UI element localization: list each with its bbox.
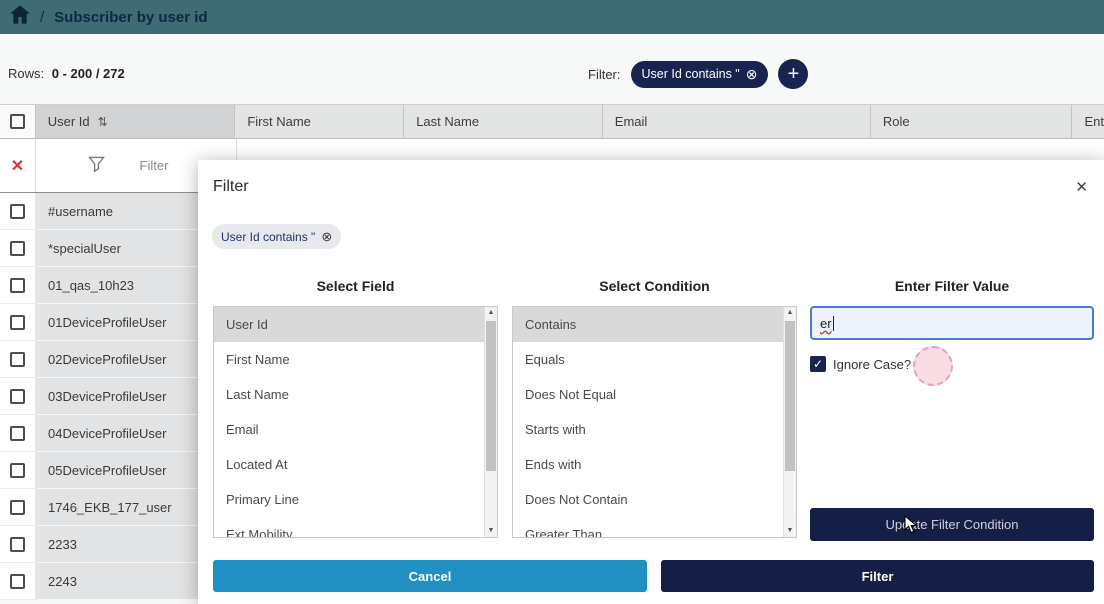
active-filter-chip-label: User Id contains " [642,67,740,81]
select-all-cell [0,105,36,138]
text-caret [833,316,834,331]
row-checkbox-cell [0,378,36,415]
row-checkbox-cell [0,526,36,563]
scroll-thumb[interactable] [486,321,496,471]
row-checkbox-cell [0,452,36,489]
row-checkbox-cell [0,341,36,378]
rows-label: Rows: [8,66,44,81]
funnel-icon [88,156,105,178]
ignore-case-row: ✓ Ignore Case? [810,356,911,372]
condition-list-item[interactable]: Greater Than [513,517,783,538]
top-bar: / Subscriber by user id [0,0,1104,34]
field-list-item[interactable]: Email [214,412,484,447]
add-filter-button[interactable]: + [778,59,808,89]
condition-list: ContainsEqualsDoes Not EqualStarts withE… [512,306,797,538]
field-list-item[interactable]: Primary Line [214,482,484,517]
ignore-case-label: Ignore Case? [833,357,911,372]
cancel-button[interactable]: Cancel [213,560,647,592]
row-checkbox-cell [0,304,36,341]
remove-filter-icon[interactable]: ⊗ [746,67,758,81]
row-checkbox[interactable] [10,278,25,293]
select-field-header: Select Field [213,278,498,294]
filter-label: Filter: [588,67,621,82]
condition-list-item[interactable]: Equals [513,342,783,377]
row-checkbox[interactable] [10,426,25,441]
field-list-item[interactable]: Ext Mobility [214,517,484,538]
row-checkbox-cell [0,267,36,304]
condition-list-scrollbar[interactable]: ▲ ▼ [783,307,796,537]
column-header-first-name[interactable]: First Name [235,105,404,138]
select-all-checkbox[interactable] [10,114,25,129]
scroll-thumb[interactable] [785,321,795,471]
column-header-user-id[interactable]: User Id ⇅ [36,105,236,138]
row-checkbox-cell [0,563,36,600]
field-list-item[interactable]: User Id [214,307,484,342]
clear-filter-cell: ✕ [0,139,36,192]
condition-list-item[interactable]: Contains [513,307,783,342]
active-filter-chip[interactable]: User Id contains " ⊗ [631,61,769,88]
column-header-last-name[interactable]: Last Name [404,105,603,138]
close-icon[interactable]: ✕ [1075,178,1088,196]
rows-info: Rows: 0 - 200 / 272 [8,66,125,81]
modal-chip-remove-icon[interactable]: ⊗ [321,229,332,245]
rows-value: 0 - 200 / 272 [52,66,125,81]
row-checkbox-cell [0,193,36,230]
scroll-down-icon[interactable]: ▼ [485,525,497,537]
row-checkbox-cell [0,415,36,452]
filter-button[interactable]: Filter [661,560,1094,592]
modal-title: Filter [213,178,249,196]
row-checkbox[interactable] [10,352,25,367]
column-header-role[interactable]: Role [871,105,1073,138]
scroll-up-icon[interactable]: ▲ [784,307,796,319]
filter-value-input[interactable]: er [810,306,1094,340]
row-checkbox[interactable] [10,500,25,515]
field-list-item[interactable]: First Name [214,342,484,377]
field-list: User IdFirst NameLast NameEmailLocated A… [213,306,498,538]
clear-filter-icon[interactable]: ✕ [11,156,24,176]
condition-list-item[interactable]: Does Not Equal [513,377,783,412]
row-checkbox[interactable] [10,537,25,552]
condition-list-item[interactable]: Ends with [513,447,783,482]
column-header-user-id-label: User Id [48,114,90,129]
scroll-up-icon[interactable]: ▲ [485,307,497,319]
row-checkbox[interactable] [10,389,25,404]
row-checkbox[interactable] [10,315,25,330]
modal-filter-chip[interactable]: User Id contains " ⊗ [212,224,341,249]
table-header: User Id ⇅ First Name Last Name Email Rol… [0,104,1104,139]
select-condition-header: Select Condition [512,278,797,294]
condition-list-item[interactable]: Starts with [513,412,783,447]
row-checkbox[interactable] [10,574,25,589]
field-list-item[interactable]: Located At [214,447,484,482]
modal-filter-chip-label: User Id contains " [221,230,315,244]
click-indicator [913,346,953,386]
home-icon[interactable] [10,5,30,29]
filter-value-text: er [820,316,832,331]
condition-list-item[interactable]: Does Not Contain [513,482,783,517]
screen: / Subscriber by user id Rows: 0 - 200 / … [0,0,1104,604]
enter-filter-value-header: Enter Filter Value [810,278,1094,294]
column-header-ent[interactable]: Ent [1072,105,1104,138]
mouse-cursor-icon [904,515,919,539]
row-checkbox-cell [0,230,36,267]
column-header-email[interactable]: Email [603,105,871,138]
field-list-item[interactable]: Last Name [214,377,484,412]
scroll-down-icon[interactable]: ▼ [784,525,796,537]
update-filter-condition-button[interactable]: Update Filter Condition [810,508,1094,541]
filter-input[interactable]: Filter [140,158,169,173]
row-checkbox[interactable] [10,204,25,219]
check-icon: ✓ [813,357,823,371]
ignore-case-checkbox[interactable]: ✓ [810,356,826,372]
filter-modal: Filter ✕ User Id contains " ⊗ Select Fie… [198,160,1104,604]
sort-icon[interactable]: ⇅ [98,115,108,129]
page-title: Subscriber by user id [54,9,207,26]
filter-area: Filter: User Id contains " ⊗ + [588,59,808,89]
row-checkbox-cell [0,489,36,526]
field-list-scrollbar[interactable]: ▲ ▼ [484,307,497,537]
row-checkbox[interactable] [10,241,25,256]
row-checkbox[interactable] [10,463,25,478]
breadcrumb-separator: / [40,9,44,26]
